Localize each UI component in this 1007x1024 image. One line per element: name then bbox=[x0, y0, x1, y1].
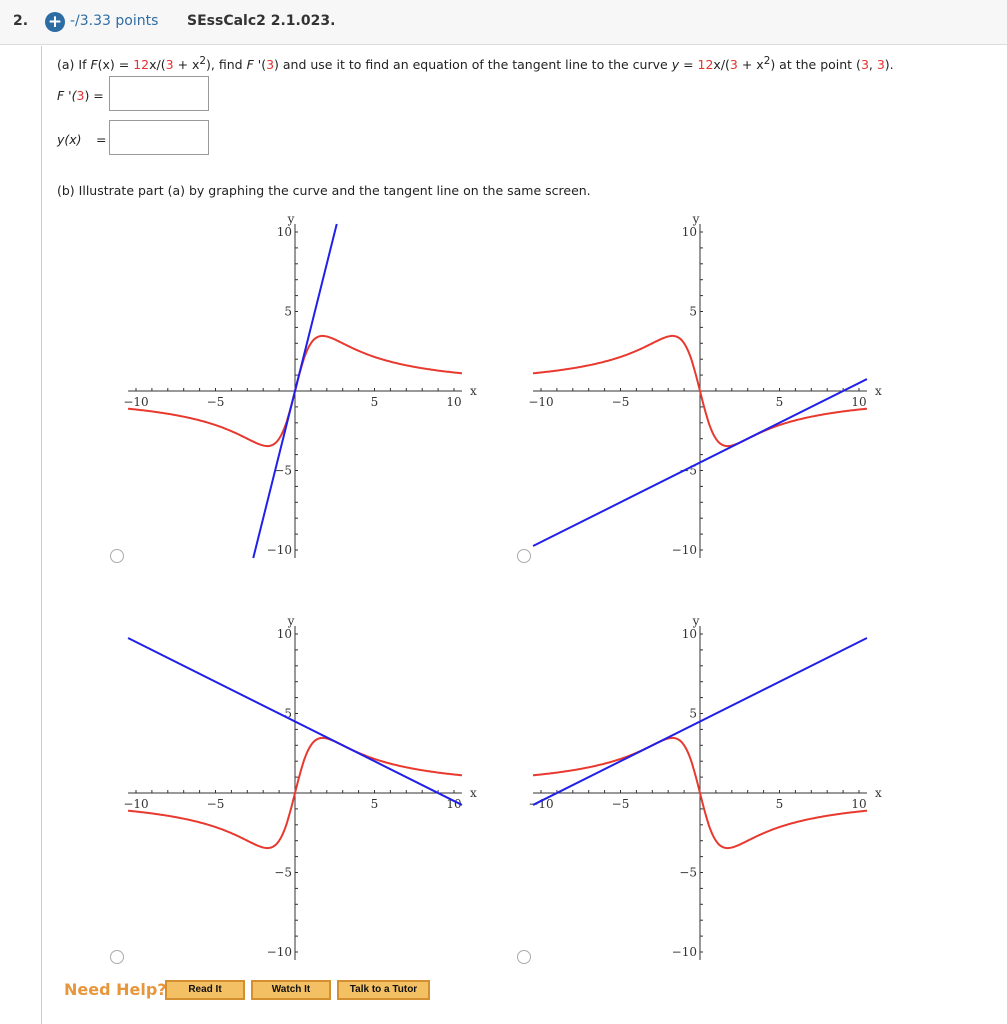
y-axis-label: y bbox=[692, 614, 700, 628]
x-axis-label: x bbox=[875, 786, 882, 800]
y-tick-label: 10 bbox=[682, 225, 697, 239]
x-tick-label: −5 bbox=[612, 797, 630, 811]
x-tick-label: −5 bbox=[207, 395, 225, 409]
y-axis-label: y bbox=[287, 212, 295, 226]
fprime-input[interactable] bbox=[109, 76, 209, 111]
y-tick-label: 5 bbox=[689, 707, 697, 721]
y-tick-label: −10 bbox=[267, 945, 292, 959]
x-tick-label: −10 bbox=[123, 797, 148, 811]
y-tick-label: 10 bbox=[277, 627, 292, 641]
graph-option-3: −10 −5 5 10105−5−10xy bbox=[123, 614, 477, 960]
radio-option-2[interactable] bbox=[517, 549, 531, 563]
radio-option-4[interactable] bbox=[517, 950, 531, 964]
points-link[interactable]: -/3.33 points bbox=[70, 13, 158, 29]
plus-icon[interactable]: + bbox=[45, 12, 65, 32]
x-axis-label: x bbox=[470, 384, 477, 398]
y-tick-label: −10 bbox=[672, 543, 697, 557]
x-tick-label: −5 bbox=[612, 395, 630, 409]
need-help-label: Need Help? bbox=[64, 980, 167, 999]
read-it-button[interactable]: Read It bbox=[165, 980, 245, 1000]
y-tick-label: 5 bbox=[689, 305, 697, 319]
y-axis-label: y bbox=[692, 212, 700, 226]
y-label: y(x) bbox=[57, 132, 82, 147]
question-code: SEssCalc2 2.1.023. bbox=[187, 13, 336, 29]
x-tick-label: −10 bbox=[528, 797, 553, 811]
fprime-label: F '(3) = bbox=[57, 88, 104, 103]
x-tick-label: 5 bbox=[371, 797, 379, 811]
radio-option-1[interactable] bbox=[110, 549, 124, 563]
graph-option-2: −10 −5 5 10105−5−10xy bbox=[528, 212, 882, 558]
y-tick-label: 10 bbox=[682, 627, 697, 641]
x-axis-label: x bbox=[875, 384, 882, 398]
y-tick-label: −10 bbox=[672, 945, 697, 959]
x-tick-label: 5 bbox=[371, 395, 379, 409]
x-tick-label: 10 bbox=[446, 395, 461, 409]
question-number: 2. bbox=[13, 13, 29, 29]
x-tick-label: 10 bbox=[851, 395, 866, 409]
x-axis-label: x bbox=[470, 786, 477, 800]
x-tick-label: 10 bbox=[851, 797, 866, 811]
tangent-equation-input[interactable] bbox=[109, 120, 209, 155]
x-tick-label: 5 bbox=[776, 797, 784, 811]
y-tick-label: 5 bbox=[284, 305, 292, 319]
part-b-question: (b) Illustrate part (a) by graphing the … bbox=[57, 183, 591, 198]
x-tick-label: −10 bbox=[123, 395, 148, 409]
y-tick-label: 10 bbox=[277, 225, 292, 239]
x-tick-label: −5 bbox=[207, 797, 225, 811]
y-axis-label: y bbox=[287, 614, 295, 628]
question-header: 2. + -/3.33 points SEssCalc2 2.1.023. bbox=[0, 0, 1007, 45]
divider bbox=[41, 46, 42, 1024]
part-a-question: (a) If F(x) = 12x/(3 + x2), find F '(3) … bbox=[57, 55, 894, 73]
radio-option-3[interactable] bbox=[110, 950, 124, 964]
x-tick-label: 5 bbox=[776, 395, 784, 409]
watch-it-button[interactable]: Watch It bbox=[251, 980, 331, 1000]
y-tick-label: −5 bbox=[274, 866, 292, 880]
graph-option-1: −10 −5 5 10105−5−10xy bbox=[123, 212, 477, 559]
y-equals: = bbox=[96, 132, 107, 147]
y-tick-label: −5 bbox=[679, 866, 697, 880]
graph-option-4: −10 −5 5 10 10 5 −5 −10 x y bbox=[528, 614, 882, 960]
y-tick-label: −10 bbox=[267, 543, 292, 557]
talk-to-tutor-button[interactable]: Talk to a Tutor bbox=[337, 980, 430, 1000]
x-tick-label: −10 bbox=[528, 395, 553, 409]
